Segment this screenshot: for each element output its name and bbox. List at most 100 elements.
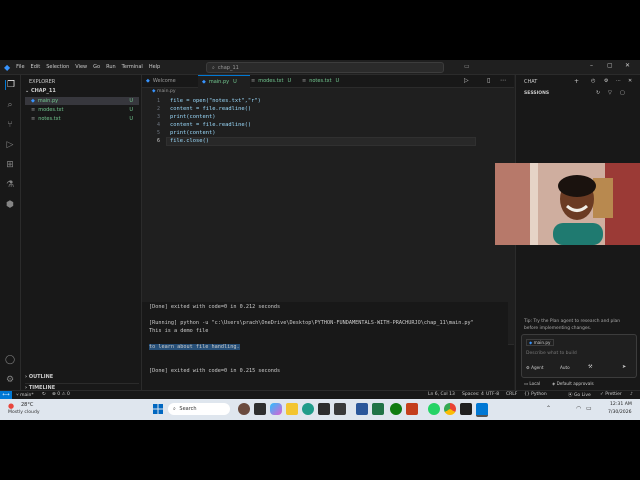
taskbar-search[interactable]: ⌕ Search (168, 403, 230, 415)
indentation[interactable]: Spaces: 4 (462, 392, 484, 397)
tab-modes-txt[interactable]: ≡ modes.txt U (247, 75, 301, 87)
file-item-modes-txt[interactable]: ≡ modes.txt U (25, 106, 139, 114)
collapse-icon[interactable]: ▢ (620, 90, 625, 96)
menu-run[interactable]: Run (106, 64, 116, 70)
copilot-icon[interactable] (270, 403, 282, 415)
line-number: 1 (156, 98, 160, 104)
menu-edit[interactable]: Edit (31, 64, 41, 70)
maximize-icon[interactable]: ▢ (607, 62, 613, 69)
menu-go[interactable]: Go (93, 64, 100, 70)
branch-indicator[interactable]: ⑂ main* (16, 392, 34, 398)
wifi-icon[interactable]: ◠ (576, 405, 581, 412)
model-select[interactable]: Auto (560, 365, 570, 370)
warnings-count: 0 (66, 392, 70, 397)
breadcrumb[interactable]: ◆ main.py (152, 89, 176, 94)
tab-main-py[interactable]: ◆ main.py U (198, 75, 250, 88)
close-icon[interactable]: ✕ (628, 78, 632, 84)
whatsapp-icon[interactable] (428, 403, 440, 415)
terminal-app-icon[interactable] (318, 403, 330, 415)
tab-label: modes.txt (258, 78, 284, 84)
clock-time[interactable]: 12:31 AM (610, 402, 632, 407)
menu-help[interactable]: Help (149, 64, 160, 70)
agent-icon: ⚙ (526, 365, 530, 370)
send-icon[interactable]: ➤ (622, 364, 626, 370)
tools-icon[interactable]: ⚒ (588, 364, 592, 370)
clock-date[interactable]: 7/30/2026 (608, 410, 632, 415)
output-line: [Done] exited with code=0 in 0.215 secon… (149, 368, 281, 374)
file-item-notes-txt[interactable]: ≡ notes.txt U (25, 115, 139, 123)
file-explorer-icon[interactable] (286, 403, 298, 415)
tab-label: notes.txt (309, 78, 332, 84)
tab-welcome[interactable]: ◆ Welcome (142, 75, 201, 87)
account-icon[interactable]: ◯ (5, 355, 15, 365)
problems-indicator[interactable]: ⊗ 0 ⚠ 0 (52, 392, 70, 397)
task-view-icon[interactable] (254, 403, 266, 415)
more-actions-icon[interactable]: ⋯ (616, 78, 621, 84)
word-icon[interactable] (356, 403, 368, 415)
split-editor-icon[interactable]: ▯ (487, 77, 490, 84)
outline-label: OUTLINE (28, 374, 54, 380)
python-icon[interactable]: ⬢ (5, 200, 15, 210)
menu-file[interactable]: File (16, 64, 24, 70)
chat-input-box[interactable]: ◆ main.py Describe what to build ⚙ Agent… (521, 334, 637, 378)
battery-icon[interactable]: ▭ (586, 405, 592, 412)
python-file-icon: ◆ (529, 340, 533, 345)
agent-mode-select[interactable]: ⚙ Agent (526, 365, 544, 370)
python-file-icon: ◆ (152, 89, 156, 94)
chat-tip: Tip: Try the Plan agent to research and … (524, 319, 621, 331)
file-item-main-py[interactable]: ◆ main.py U (25, 97, 139, 105)
more-actions-icon[interactable]: ⋯ (500, 77, 506, 84)
menu-selection[interactable]: Selection (46, 64, 69, 70)
outline-section[interactable]: › OUTLINE (25, 374, 53, 380)
settings-gear-icon[interactable]: ⚙ (604, 78, 608, 84)
vscode-taskbar-icon[interactable] (476, 403, 488, 417)
powerpoint-icon[interactable] (406, 403, 418, 415)
context-file: main.py (533, 340, 551, 345)
xbox-icon[interactable] (390, 403, 402, 415)
temperature: 28°C (21, 402, 34, 408)
local-select[interactable]: ▭ Local (524, 381, 540, 386)
output-content[interactable]: [Done] exited with code=0 in 0.212 secon… (142, 302, 508, 390)
search-icon[interactable]: ⌕ (5, 100, 15, 110)
run-python-file-icon[interactable]: ▷ (464, 77, 469, 84)
pycharm-icon[interactable] (460, 403, 472, 415)
widgets-icon[interactable] (238, 403, 250, 415)
excel-icon[interactable] (372, 403, 384, 415)
language-mode[interactable]: {} Python (524, 392, 547, 397)
history-icon[interactable]: ◴ (591, 78, 595, 84)
context-chip[interactable]: ◆ main.py (526, 339, 554, 346)
layout-icon[interactable]: ▭ (464, 63, 470, 70)
cursor-position[interactable]: Ln 6, Col 13 (428, 392, 455, 397)
filter-icon[interactable]: ▽ (608, 90, 612, 96)
run-debug-icon[interactable]: ▷ (5, 140, 15, 150)
start-windows-icon[interactable] (152, 403, 164, 415)
source-control-icon[interactable]: ⑂ (5, 120, 15, 130)
refresh-icon[interactable]: ↻ (596, 90, 600, 96)
store-icon[interactable] (334, 403, 346, 415)
menu-view[interactable]: View (75, 64, 87, 70)
bell-icon[interactable]: ♪ (630, 392, 633, 397)
go-live[interactable]: ⦿ Go Live (568, 392, 591, 398)
untracked-badge: U (129, 107, 133, 113)
encoding[interactable]: UTF-8 (486, 392, 499, 397)
menu-terminal[interactable]: Terminal (122, 64, 143, 70)
close-icon[interactable]: ✕ (625, 62, 630, 69)
folder-header[interactable]: ⌄ CHAP_11 (25, 88, 56, 94)
explorer-icon[interactable]: ❐ (5, 80, 16, 90)
minimize-icon[interactable]: – (590, 62, 593, 69)
tab-notes-txt[interactable]: ≡ notes.txt U (298, 75, 352, 87)
command-center-search[interactable]: ⌕ chap_11 (206, 62, 444, 73)
chrome-icon[interactable] (444, 403, 456, 415)
weather-icon[interactable]: ● (8, 402, 14, 410)
approvals-select[interactable]: ◈ Default approvals (552, 381, 594, 386)
extensions-icon[interactable]: ⊞ (5, 160, 15, 170)
edge-icon[interactable] (302, 403, 314, 415)
settings-gear-icon[interactable]: ⚙ (5, 375, 15, 385)
output-line: [Done] exited with code=0 in 0.212 secon… (149, 304, 281, 310)
prettier[interactable]: ✓ Prettier (600, 392, 622, 397)
new-chat-icon[interactable]: + (574, 78, 579, 85)
chevron-up-icon[interactable]: ⌃ (546, 405, 551, 412)
testing-icon[interactable]: ⚗ (5, 180, 15, 190)
eol[interactable]: CRLF (506, 392, 517, 397)
sync-icon[interactable]: ↻ (42, 392, 46, 397)
